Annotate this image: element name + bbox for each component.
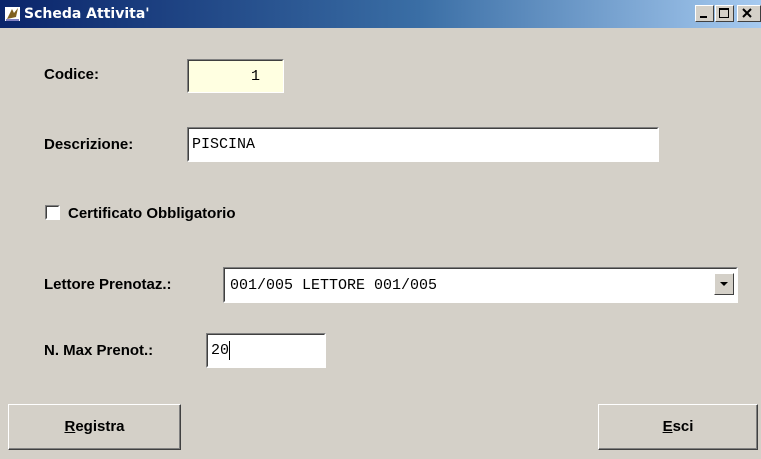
close-icon [742,8,752,18]
dropdown-arrow-icon [720,282,728,286]
codice-field[interactable]: 1 [187,59,284,93]
window: Scheda Attivita' Codice: 1 Descrizione: … [0,0,761,459]
certificato-checkbox[interactable] [45,205,60,220]
registra-button[interactable]: Registra [8,404,181,450]
title-bar[interactable]: Scheda Attivita' [0,0,761,28]
registra-label: egistra [75,418,125,435]
codice-value: 1 [250,68,260,85]
codice-label: Codice: [44,66,100,83]
registra-accelerator: R [64,418,76,435]
close-button[interactable] [737,5,761,22]
minimize-icon [700,16,707,18]
window-title: Scheda Attivita' [24,6,150,22]
text-cursor [229,341,230,360]
maximize-icon [719,8,729,18]
lettore-label: Lettore Prenotaz.: [44,276,172,293]
max-prenot-value: 20 [211,342,230,359]
esci-accelerator: E [662,418,673,435]
app-icon[interactable] [4,5,21,22]
descrizione-field[interactable]: PISCINA [187,127,659,162]
lettore-value: 001/005 LETTORE 001/005 [230,277,438,294]
max-prenot-label: N. Max Prenot.: [44,342,154,359]
max-prenot-field[interactable]: 20 [206,333,326,368]
descrizione-label: Descrizione: [44,136,134,153]
esci-label: sci [672,418,694,435]
maximize-button[interactable] [715,5,734,22]
lettore-dropdown-button[interactable] [714,273,734,295]
descrizione-value: PISCINA [192,136,256,153]
minimize-button[interactable] [695,5,714,22]
esci-button[interactable]: Esci [598,404,758,450]
lettore-select[interactable]: 001/005 LETTORE 001/005 [223,267,738,303]
certificato-label[interactable]: Certificato Obbligatorio [68,205,236,222]
